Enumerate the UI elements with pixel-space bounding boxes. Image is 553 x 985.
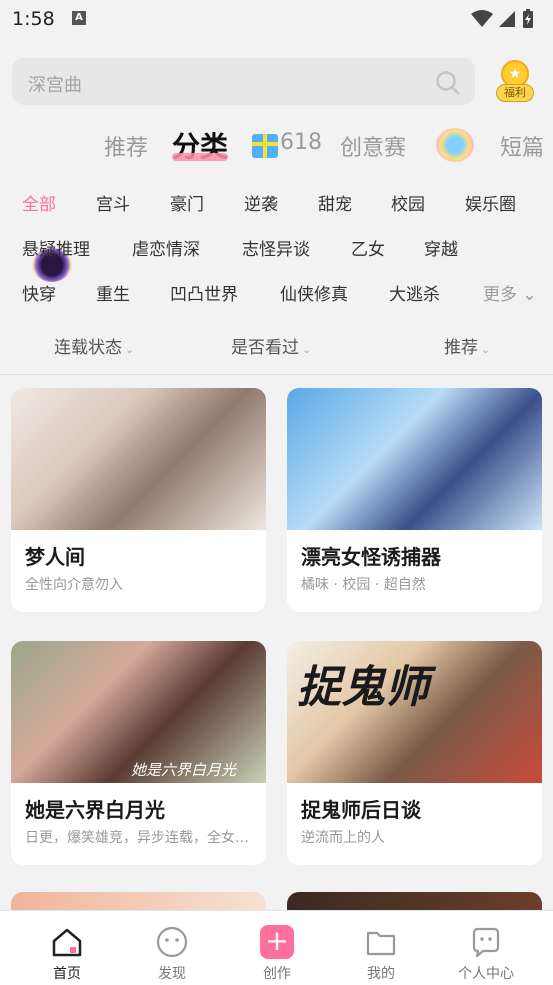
filter-serial-status[interactable]: 连载状态 ⌄ <box>54 333 134 358</box>
tab-short-stories[interactable]: 短篇 <box>500 130 544 162</box>
mascot-icon[interactable] <box>436 128 474 162</box>
chip-otome[interactable]: 乙女 <box>351 235 385 260</box>
chevron-down-icon: ⌄ <box>481 343 491 356</box>
chip-dataosha[interactable]: 大逃杀 <box>389 280 440 305</box>
chip-suspense[interactable]: 悬疑推理 <box>22 235 90 260</box>
card-subtitle: 全性向介意勿入 <box>25 577 123 593</box>
card-subtitle: 日更，爆笑雄竞，异步连载，全女主视角 <box>25 830 255 846</box>
cover-text: 她是六界白月光 <box>131 761 237 779</box>
chip-chongsheng[interactable]: 重生 <box>96 280 130 305</box>
cover-image <box>11 388 266 530</box>
chip-yulequan[interactable]: 娱乐圈 <box>465 190 516 215</box>
chip-kuaichuan[interactable]: 快穿 <box>22 280 56 305</box>
chevron-down-icon: ⌄ <box>517 285 537 305</box>
top-tabs: 推荐 分类 618 创意赛 短篇 <box>0 120 553 282</box>
chip-xiaoyuan[interactable]: 校园 <box>391 190 425 215</box>
nav-label: 我的 <box>367 966 395 982</box>
filter-label: 连载状态 <box>54 338 122 358</box>
comic-card[interactable]: 漂亮女怪诱捕器 橘味 · 校园 · 超自然 <box>287 388 542 612</box>
tab-creative-contest[interactable]: 创意赛 <box>340 130 406 162</box>
reward-label: 福利 <box>496 84 534 102</box>
tab-recommend[interactable]: 推荐 <box>104 130 148 162</box>
filter-label: 是否看过 <box>231 338 299 358</box>
nav-label: 首页 <box>53 966 81 982</box>
chip-zhiguai[interactable]: 志怪异谈 <box>242 235 310 260</box>
chip-xianxia[interactable]: 仙侠修真 <box>280 280 348 305</box>
notification-icon: A <box>72 11 86 25</box>
plus-icon: + <box>260 925 294 959</box>
home-icon <box>52 928 82 957</box>
filter-read-status[interactable]: 是否看过 ⌄ <box>231 333 311 358</box>
chevron-down-icon: ⌄ <box>125 343 135 356</box>
chip-nixi[interactable]: 逆袭 <box>244 190 278 215</box>
chevron-down-icon: ⌄ <box>302 343 312 356</box>
chip-aotu[interactable]: 凹凸世界 <box>170 280 238 305</box>
chip-more-label: 更多 <box>483 285 517 305</box>
nav-create[interactable]: + 创作 <box>232 911 322 985</box>
nav-label: 发现 <box>158 966 186 982</box>
comic-card-partial[interactable] <box>11 892 266 912</box>
profile-icon <box>472 927 500 958</box>
card-title: 她是六界白月光 <box>25 798 165 822</box>
nav-label: 创作 <box>263 966 291 982</box>
divider <box>0 374 553 375</box>
card-subtitle: 橘味 · 校园 · 超自然 <box>301 577 426 593</box>
cover-image <box>287 388 542 530</box>
folder-icon <box>366 931 396 956</box>
comic-card[interactable]: 她是六界白月光 她是六界白月光 日更，爆笑雄竞，异步连载，全女主视角 <box>11 641 266 865</box>
cover-image: 捉鬼师 <box>287 641 542 783</box>
chip-tianchong[interactable]: 甜宠 <box>318 190 352 215</box>
chip-chuanyue[interactable]: 穿越 <box>424 235 458 260</box>
system-icons <box>469 8 539 34</box>
nav-profile[interactable]: 个人中心 <box>441 911 531 985</box>
status-time: 1:58 <box>12 8 55 30</box>
search-icon[interactable] <box>435 70 461 100</box>
status-bar: 1:58 A <box>0 0 553 40</box>
comic-card[interactable]: 梦人间 全性向介意勿入 <box>11 388 266 612</box>
discover-icon <box>156 926 188 958</box>
card-subtitle: 逆流而上的人 <box>301 830 385 846</box>
filter-sort[interactable]: 推荐 ⌄ <box>444 333 490 358</box>
wifi-icon <box>471 10 493 27</box>
nav-mine[interactable]: 我的 <box>336 911 426 985</box>
comic-card-partial[interactable] <box>287 892 542 912</box>
search-placeholder: 深宫曲 <box>28 75 82 96</box>
card-title: 梦人间 <box>25 545 85 569</box>
chip-more[interactable]: 更多 ⌄ <box>483 280 537 305</box>
comic-card[interactable]: 捉鬼师 捉鬼师后日谈 逆流而上的人 <box>287 641 542 865</box>
chip-haomen[interactable]: 豪门 <box>170 190 204 215</box>
card-title: 漂亮女怪诱捕器 <box>301 545 441 569</box>
nav-label: 个人中心 <box>458 966 514 982</box>
nav-discover[interactable]: 发现 <box>127 911 217 985</box>
cover-image: 她是六界白月光 <box>11 641 266 783</box>
active-tab-indicator <box>172 153 228 161</box>
card-title: 捉鬼师后日谈 <box>301 798 421 822</box>
tab-618[interactable]: 618 <box>280 130 322 155</box>
chip-nuelian[interactable]: 虐恋情深 <box>132 235 200 260</box>
bottom-nav: 首页 发现 + 创作 我的 个人中心 <box>0 910 553 985</box>
filter-label: 推荐 <box>444 338 478 358</box>
cover-text: 捉鬼师 <box>297 662 429 713</box>
filter-bar: 连载状态 ⌄ 是否看过 ⌄ 推荐 ⌄ <box>0 330 553 360</box>
chip-all[interactable]: 全部 <box>22 190 56 215</box>
reward-button[interactable]: ★ 福利 <box>496 60 534 104</box>
signal-icon <box>499 11 515 27</box>
search-bar[interactable]: 深宫曲 <box>12 58 475 105</box>
gift-icon <box>252 134 278 158</box>
nav-home[interactable]: 首页 <box>22 911 112 985</box>
chip-gongdou[interactable]: 宫斗 <box>96 190 130 215</box>
